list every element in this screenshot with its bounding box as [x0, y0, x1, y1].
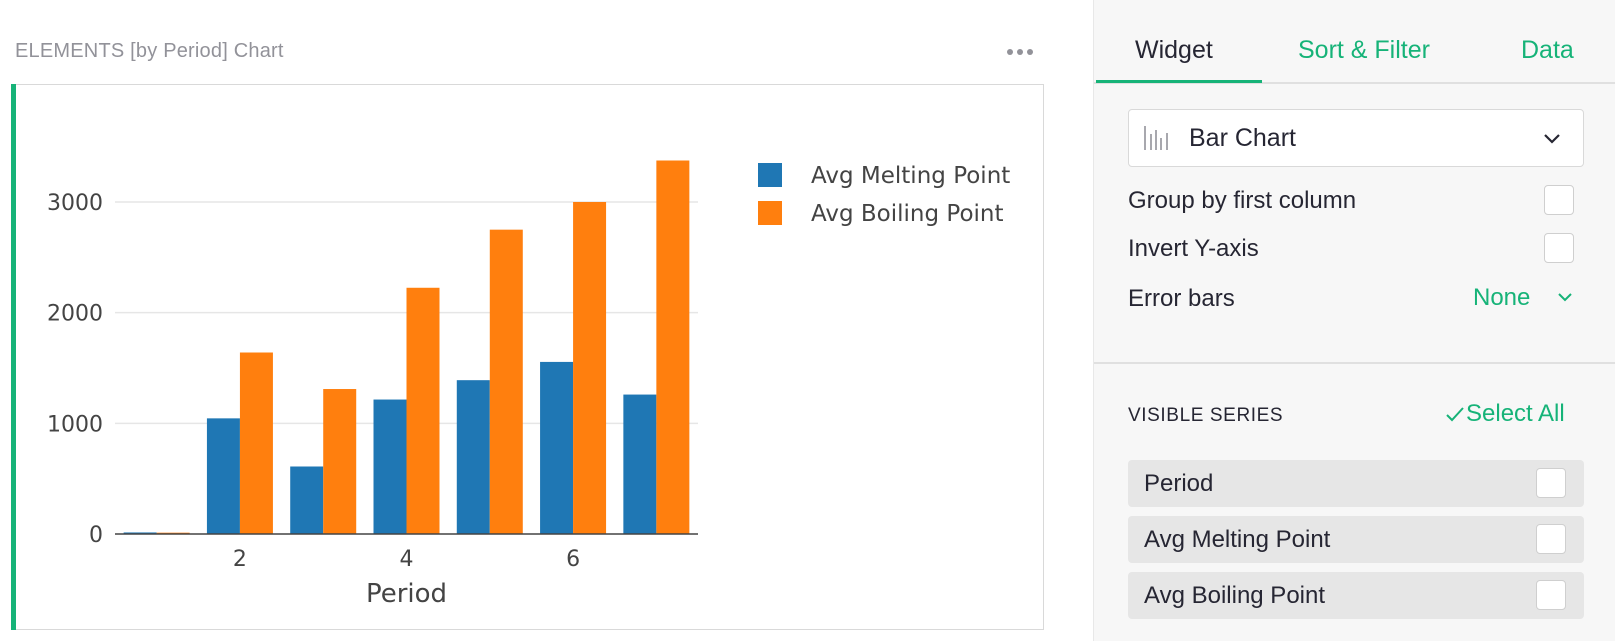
section-divider: [1094, 362, 1615, 364]
x-tick-label: 6: [566, 547, 580, 572]
chart-type-select[interactable]: Bar Chart: [1128, 109, 1584, 167]
group-by-first-column-checkbox[interactable]: [1544, 185, 1574, 215]
series-row-avg-boiling-point[interactable]: Avg Boiling Point: [1128, 572, 1584, 619]
series-label: Avg Boiling Point: [1144, 582, 1326, 609]
chart-bars: [123, 160, 690, 534]
bar: [373, 399, 407, 534]
legend-swatch: [758, 201, 782, 225]
active-tab-indicator: [1096, 80, 1262, 83]
legend-label: Avg Melting Point: [811, 163, 1010, 189]
bar: [290, 466, 324, 534]
series-avg-boiling-point-checkbox[interactable]: [1536, 580, 1566, 610]
bar: [573, 202, 607, 534]
y-tick-label: 0: [89, 523, 103, 548]
series-avg-melting-point-checkbox[interactable]: [1536, 524, 1566, 554]
option-invert-y-axis: Invert Y-axis: [1128, 231, 1584, 267]
bar: [406, 287, 440, 534]
visible-series-title: VISIBLE SERIES: [1128, 405, 1284, 426]
chevron-down-icon: [1544, 134, 1560, 144]
bar: [656, 160, 690, 534]
bar: [623, 394, 657, 534]
option-label: Group by first column: [1128, 187, 1357, 214]
bar: [540, 361, 574, 534]
x-tick-label: 4: [400, 547, 414, 572]
series-label: Avg Melting Point: [1144, 526, 1331, 553]
chevron-down-icon: [1558, 293, 1572, 302]
select-all-button[interactable]: Select All: [1444, 400, 1565, 428]
y-tick-label: 3000: [47, 191, 103, 216]
checkmark-icon: [1446, 407, 1464, 422]
y-tick-label: 1000: [47, 412, 103, 437]
legend-label: Avg Boiling Point: [811, 201, 1004, 227]
option-group-by-first-column: Group by first column: [1128, 183, 1584, 219]
bar: [323, 389, 357, 534]
right-panel: Widget Sort & Filter Data Bar Chart Grou…: [1093, 0, 1615, 641]
invert-y-axis-checkbox[interactable]: [1544, 233, 1574, 263]
bar-chart-icon: [1144, 126, 1168, 150]
series-label: Period: [1144, 470, 1214, 497]
bar: [489, 229, 523, 534]
chart-legend: Avg Melting Point Avg Boiling Point: [758, 163, 1010, 227]
y-tick-label: 2000: [47, 302, 103, 327]
option-label: Error bars: [1128, 285, 1235, 312]
series-row-avg-melting-point[interactable]: Avg Melting Point: [1128, 516, 1584, 563]
option-label: Invert Y-axis: [1128, 235, 1259, 262]
series-period-checkbox[interactable]: [1536, 468, 1566, 498]
bar: [206, 418, 240, 534]
x-tick-label: 2: [233, 547, 247, 572]
chart-widget: ELEMENTS [by Period] Chart 0 1000 2000 3000…: [0, 0, 1093, 641]
chart-type-label: Bar Chart: [1189, 124, 1296, 152]
tab-data[interactable]: Data: [1521, 36, 1574, 65]
bar: [456, 380, 490, 534]
series-row-period[interactable]: Period: [1128, 460, 1584, 507]
error-bars-select[interactable]: None: [1473, 284, 1530, 312]
legend-swatch: [758, 163, 782, 187]
x-axis-label: Period: [366, 579, 447, 609]
tab-widget[interactable]: Widget: [1135, 36, 1213, 65]
option-error-bars: Error bars None: [1128, 281, 1584, 317]
bar-chart: 0 1000 2000 3000 2 4 6 Period Avg Melting Point…: [47, 160, 1010, 609]
select-all-label: Select All: [1466, 400, 1565, 427]
tab-sort-filter[interactable]: Sort & Filter: [1298, 36, 1430, 65]
bar: [239, 352, 273, 534]
